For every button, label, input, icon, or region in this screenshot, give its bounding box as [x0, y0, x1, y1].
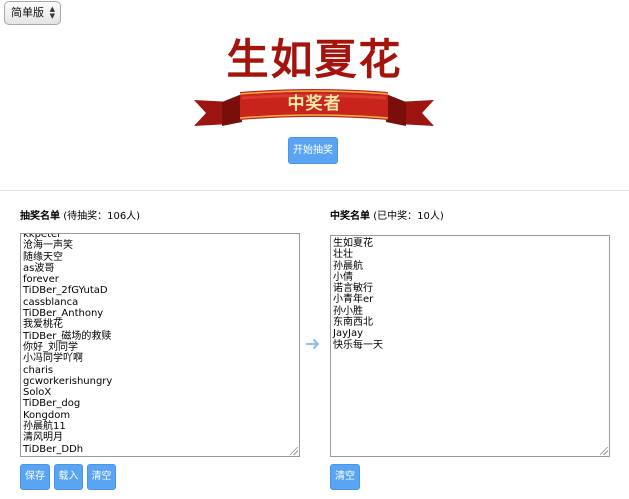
- list-item: cassblanca: [23, 296, 79, 308]
- list-item: 小青年er: [333, 294, 374, 306]
- list-item: 小倩: [333, 271, 353, 283]
- pool-textarea[interactable]: kkpeter 沧海一声笑 随缘天空 as波哥 forever TiDBer_2fGYut…: [20, 233, 300, 457]
- list-item: TiDBer_Anthony: [23, 308, 104, 320]
- pool-label: 抽奖名单: [20, 211, 60, 222]
- list-item: 东南西北: [333, 317, 373, 329]
- winners-textarea[interactable]: 生如夏花 壮壮 孙晨航 小倩 诺言敏行 小青年er 孙小胜 东南西北 JayJay 快乐每一天: [330, 235, 610, 457]
- list-item: as波哥: [23, 262, 55, 274]
- list-item: 孙晨航: [333, 260, 363, 272]
- clear-pool-button[interactable]: 清空: [87, 464, 116, 490]
- winners-count: (已中奖：10人): [373, 211, 444, 222]
- list-item: JayJay: [333, 328, 363, 340]
- list-item: 我爱桃花: [23, 319, 63, 331]
- arrow-right-icon: [306, 338, 320, 350]
- pool-count: (待抽奖：106人): [63, 211, 141, 222]
- list-item: Kongdom: [23, 409, 71, 421]
- clear-winners-button[interactable]: 清空: [330, 464, 360, 490]
- mode-select-value: 简单版: [11, 6, 44, 19]
- winners-label: 中奖名单: [330, 211, 370, 222]
- pool-section-label: 抽奖名单 (待抽奖：106人): [20, 211, 140, 223]
- list-item: gcworkerishungry: [23, 375, 113, 387]
- list-item: 壮壮: [333, 249, 353, 261]
- list-item: 孙小胜: [333, 305, 363, 317]
- banner-label: 中奖者: [287, 94, 342, 114]
- list-item: 随缘天空: [23, 251, 63, 263]
- list-item: SoloX: [23, 387, 52, 399]
- winners-section-label: 中奖名单 (已中奖：10人): [330, 211, 444, 223]
- list-item: charis: [23, 364, 54, 376]
- resize-grip-icon[interactable]: [290, 447, 298, 455]
- list-item: TiDBer_dog: [23, 398, 81, 410]
- page-title: 生如夏花: [226, 35, 403, 84]
- list-item: TiDBer_磁场的救赎: [23, 330, 112, 342]
- resize-grip-icon[interactable]: [600, 447, 608, 455]
- save-button[interactable]: 保存: [20, 464, 50, 490]
- list-item: TiDBer_DDh: [23, 443, 84, 455]
- list-item: forever: [23, 274, 59, 286]
- list-item: 孙晨航11: [23, 421, 66, 433]
- load-button[interactable]: 载入: [54, 464, 83, 490]
- list-item: 沧海一声笑: [23, 240, 73, 252]
- list-item: 小冯同学吖啊: [23, 353, 83, 365]
- list-item: 快乐每一天: [333, 339, 383, 351]
- start-draw-button[interactable]: 开始抽奖: [288, 137, 338, 164]
- select-arrows-icon: ▲ ▼: [49, 5, 55, 20]
- list-item: TiDBer_2fGYutaD: [23, 285, 108, 297]
- list-item: 你好_刘同学: [23, 341, 78, 353]
- list-item: 生如夏花: [333, 238, 373, 249]
- winners-list: 生如夏花 壮壮 孙晨航 小倩 诺言敏行 小青年er 孙小胜 东南西北 JayJay 快乐每一天: [333, 238, 607, 351]
- pool-list: kkpeter 沧海一声笑 随缘天空 as波哥 forever TiDBer_2fGYut…: [23, 234, 113, 455]
- list-item: 清风明月: [23, 432, 63, 444]
- mode-select[interactable]: 简单版 ▲ ▼: [4, 1, 61, 25]
- divider: [0, 190, 629, 191]
- list-item: 诺言敏行: [333, 283, 373, 295]
